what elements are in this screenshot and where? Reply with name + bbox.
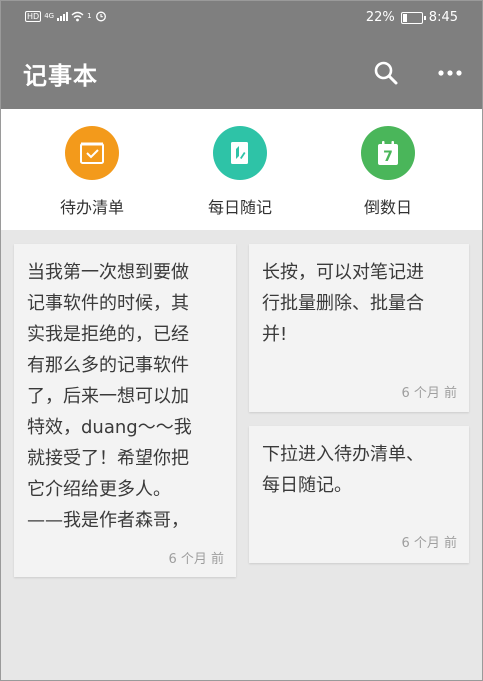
status-bar: HD 4G 1 22% 8:45 — [1, 1, 482, 36]
alarm-icon — [95, 11, 106, 22]
shortcut-diary[interactable]: 每日随记 — [185, 126, 295, 218]
calendar-icon: 7 — [361, 126, 415, 180]
shortcut-countdown[interactable]: 7 倒数日 — [333, 126, 443, 218]
diary-icon — [213, 126, 267, 180]
status-extra: 1 — [87, 11, 92, 20]
search-icon[interactable] — [373, 60, 399, 86]
shortcut-bar: 待办清单 每日随记 7 倒数日 — [1, 109, 482, 230]
battery-percent: 22% — [365, 10, 395, 25]
note-card[interactable]: 当我第一次想到要做 记事软件的时候，其 实我是拒绝的，已经 有那么多的记事软件 … — [14, 244, 236, 577]
note-date: 6 个月 前 — [401, 386, 457, 401]
battery-icon — [400, 11, 426, 24]
app-bar: 记事本 — [1, 36, 482, 109]
status-time: 8:45 — [428, 10, 458, 25]
status-right: 22% 8:45 — [366, 10, 458, 25]
hd-indicator: HD — [25, 10, 42, 22]
note-card[interactable]: 下拉进入待办清单、 每日随记。 6 个月 前 — [249, 426, 469, 563]
more-icon[interactable] — [437, 60, 463, 86]
note-text: 当我第一次想到要做 记事软件的时候，其 实我是拒绝的，已经 有那么多的记事软件 … — [27, 262, 192, 531]
status-left: HD 4G 1 — [25, 10, 107, 22]
note-date: 6 个月 前 — [401, 536, 457, 551]
calendar-day-number: 7 — [383, 149, 393, 165]
shortcut-label: 倒数日 — [363, 198, 412, 217]
note-card[interactable]: 长按，可以对笔记进 行批量删除、批量合 并! 6 个月 前 — [249, 244, 469, 412]
note-text: 长按，可以对笔记进 行批量删除、批量合 并! — [262, 262, 424, 345]
checklist-icon — [65, 126, 119, 180]
shortcut-label: 每日随记 — [207, 198, 272, 217]
app-title: 记事本 — [23, 62, 98, 90]
signal-icon — [57, 11, 69, 21]
note-date: 6 个月 前 — [168, 552, 224, 567]
app-screen: HD 4G 1 22% 8:45 记事本 待办清单 每日随记 7 倒数日 当我第… — [0, 0, 483, 681]
shortcut-label: 待办清单 — [59, 198, 124, 217]
shortcut-todo[interactable]: 待办清单 — [37, 126, 147, 218]
network-type: 4G — [44, 11, 55, 20]
wifi-icon — [71, 11, 84, 21]
note-text: 下拉进入待办清单、 每日随记。 — [262, 444, 424, 496]
